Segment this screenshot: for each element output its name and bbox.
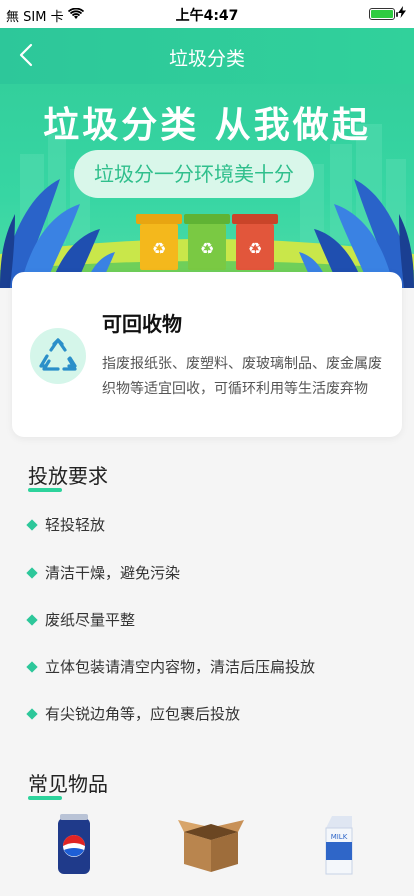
status-right [369,6,406,22]
soda-can-icon[interactable] [54,812,94,882]
recycle-icon [30,328,86,384]
requirement-item: 废纸尽量平整 [26,609,136,630]
banner-slogan: 垃圾分一分环境美十分 [74,150,314,198]
svg-text:MILK: MILK [331,833,348,841]
svg-text:♻: ♻ [248,239,262,258]
requirement-item: 清洁干燥，避免污染 [26,562,181,583]
yellow-bin-icon: ♻ [136,214,182,270]
requirement-text: 立体包装请清空内容物，清洁后压扁投放 [45,658,316,676]
charging-icon [398,6,406,22]
category-card: 可回收物 指废报纸张、废塑料、废玻璃制品、废金属废织物等适宜回收，可循环利用等生… [12,272,402,437]
requirement-text: 清洁干燥，避免污染 [45,564,181,582]
cardboard-box-icon[interactable] [178,812,244,878]
hero-banner: ♻ ♻ ♻ 垃圾分类 从我做起 垃圾分一分环境美十分 [0,84,414,288]
category-description: 指废报纸张、废塑料、废玻璃制品、废金属废织物等适宜回收，可循环利用等生活废弃物 [102,356,382,397]
requirements-title: 投放要求 [28,460,108,492]
page-title: 垃圾分类 [168,48,245,70]
svg-text:♻: ♻ [200,239,214,258]
common-items-title: 常见物品 [28,768,108,800]
requirement-text: 有尖锐边角等，应包裹后投放 [45,705,241,723]
battery-icon [369,8,398,20]
status-bar: 無 SIM 卡 上午4:47 [0,0,414,28]
svg-text:♻: ♻ [152,239,166,258]
requirement-text: 轻投轻放 [45,516,106,534]
milk-carton-icon[interactable]: MILK [322,812,356,880]
requirement-text: 废纸尽量平整 [45,611,136,629]
diamond-bullet-icon [26,707,38,720]
diamond-bullet-icon [26,566,38,579]
requirements-title-text: 投放要求 [28,464,108,488]
title-underline [28,488,62,492]
diamond-bullet-icon [26,660,38,673]
requirement-item: 轻投轻放 [26,514,106,535]
diamond-bullet-icon [26,613,38,626]
status-time: 上午4:47 [175,8,239,24]
common-items-row: MILK [0,812,414,896]
common-items-title-text: 常见物品 [28,772,108,796]
diamond-bullet-icon [26,518,38,531]
requirement-item: 立体包装请清空内容物，清洁后压扁投放 [26,656,316,677]
green-bin-icon: ♻ [184,214,230,270]
banner-headline: 垃圾分类 从我做起 [43,105,371,146]
requirement-item: 有尖锐边角等，应包裹后投放 [26,703,241,724]
title-underline [28,796,62,800]
red-bin-icon: ♻ [232,214,278,270]
category-title: 可回收物 [102,312,182,336]
nav-bar: 垃圾分类 [0,28,414,84]
